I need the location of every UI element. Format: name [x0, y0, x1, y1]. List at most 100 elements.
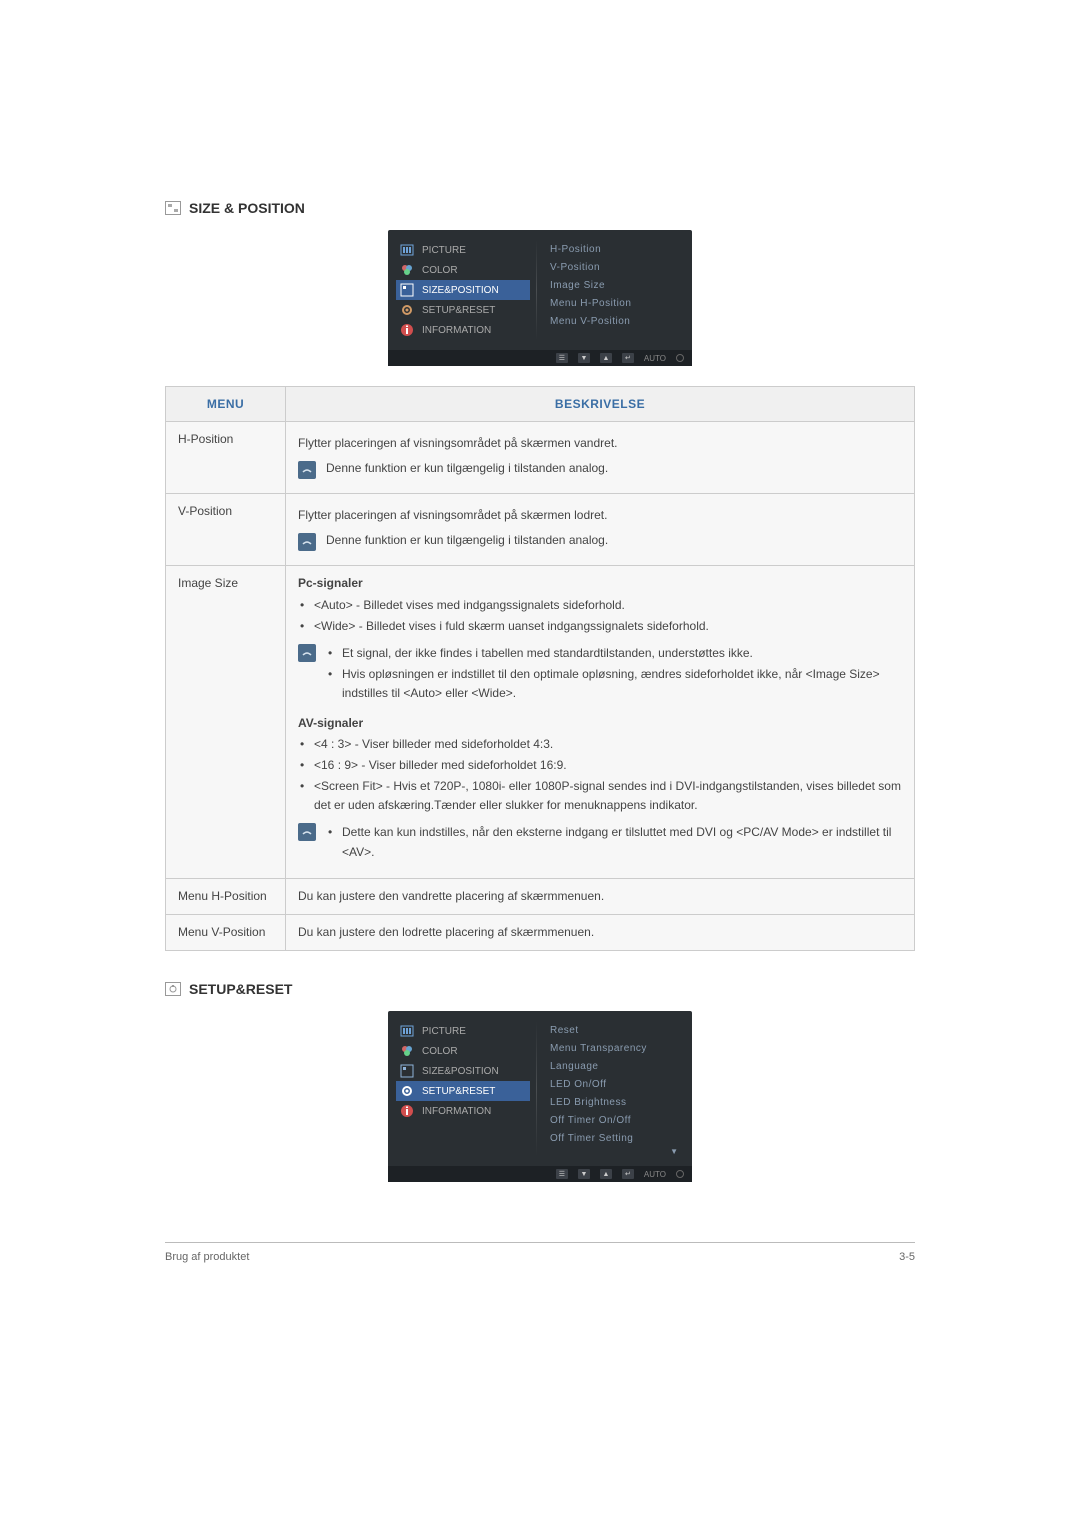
section-header-size-position: SIZE & POSITION — [165, 200, 915, 216]
section-title: SETUP&RESET — [189, 981, 292, 997]
info-icon — [400, 1104, 414, 1118]
osd-item-label: COLOR — [422, 1046, 458, 1057]
osd-item-label: PICTURE — [422, 245, 466, 256]
note-icon — [298, 644, 316, 662]
osd-item-information: INFORMATION — [396, 1101, 530, 1121]
osd-item-setup-reset: SETUP&RESET — [396, 300, 530, 320]
note-content: Dette kan kun indstilles, når den ekster… — [326, 821, 902, 863]
subheading: Pc-signaler — [298, 574, 902, 593]
row-desc: Du kan justere den vandrette placering a… — [286, 878, 915, 914]
row-label: Menu V-Position — [166, 915, 286, 951]
osd-item-picture: PICTURE — [396, 240, 530, 260]
table-header-desc: BESKRIVELSE — [286, 387, 915, 422]
table-row: H-Position Flytter placeringen af visnin… — [166, 422, 915, 494]
osd-right-submenu: H-Position V-Position Image Size Menu H-… — [538, 230, 692, 350]
note-block: Denne funktion er kun tilgængelig i tils… — [298, 531, 902, 551]
osd-sub-item: Menu H-Position — [546, 294, 684, 312]
picture-icon — [400, 1024, 414, 1038]
table-header-menu: MENU — [166, 387, 286, 422]
row-desc: Flytter placeringen af visningsområdet p… — [286, 494, 915, 566]
gear-icon — [400, 303, 414, 317]
note-content: Et signal, der ikke findes i tabellen me… — [326, 642, 902, 706]
power-icon — [676, 354, 684, 362]
gear-icon — [400, 1084, 414, 1098]
osd-sub-item: Menu V-Position — [546, 312, 684, 330]
footer-right: 3-5 — [899, 1251, 915, 1263]
osd-bottom-bar: ☰ ▼ ▲ ↵ AUTO — [388, 1166, 692, 1182]
osd-item-label: COLOR — [422, 265, 458, 276]
osd-nav-up-icon: ▲ — [600, 1169, 612, 1179]
osd-sub-item: Reset — [546, 1021, 684, 1039]
osd-item-size-position: SIZE&POSITION — [396, 280, 530, 300]
osd-nav-down-icon: ▼ — [578, 353, 590, 363]
color-icon — [400, 263, 414, 277]
osd-left-menu: PICTURE COLOR SIZE&POSITION SETUP&RESET … — [388, 1011, 538, 1166]
osd-item-label: SIZE&POSITION — [422, 1066, 499, 1077]
osd-item-label: INFORMATION — [422, 325, 491, 336]
power-icon — [676, 1170, 684, 1178]
osd-nav-down-icon: ▼ — [578, 1169, 590, 1179]
osd-item-picture: PICTURE — [396, 1021, 530, 1041]
osd-nav-up-icon: ▲ — [600, 353, 612, 363]
row-label: Image Size — [166, 566, 286, 878]
osd-auto-label: AUTO — [644, 1170, 666, 1179]
osd-item-setup-reset: SETUP&RESET — [396, 1081, 530, 1101]
desc-text: Flytter placeringen af visningsområdet p… — [298, 506, 902, 525]
osd-item-color: COLOR — [396, 260, 530, 280]
osd-sub-item: Language — [546, 1057, 684, 1075]
subheading: AV-signaler — [298, 714, 902, 733]
osd-sub-item: LED Brightness — [546, 1093, 684, 1111]
scroll-down-icon: ▼ — [546, 1147, 684, 1156]
table-row: Menu V-Position Du kan justere den lodre… — [166, 915, 915, 951]
picture-icon — [400, 243, 414, 257]
list-item: <Screen Fit> - Hvis et 720P-, 1080i- ell… — [298, 777, 902, 815]
desc-text: Flytter placeringen af visningsområdet p… — [298, 434, 902, 453]
table-row: V-Position Flytter placeringen af visnin… — [166, 494, 915, 566]
osd-item-label: INFORMATION — [422, 1106, 491, 1117]
list-item: <4 : 3> - Viser billeder med sideforhold… — [298, 735, 902, 754]
table-row: Image Size Pc-signaler <Auto> - Billedet… — [166, 566, 915, 878]
list-item: <Wide> - Billedet vises i fuld skærm uan… — [298, 617, 902, 636]
osd-item-label: SETUP&RESET — [422, 1086, 495, 1097]
row-label: V-Position — [166, 494, 286, 566]
osd-item-label: SIZE&POSITION — [422, 285, 499, 296]
osd-screenshot-size-position: PICTURE COLOR SIZE&POSITION SETUP&RESET … — [388, 230, 692, 366]
note-icon — [298, 823, 316, 841]
size-position-icon-small — [400, 283, 414, 297]
osd-sub-item: V-Position — [546, 258, 684, 276]
list-item: <Auto> - Billedet vises med indgangssign… — [298, 596, 902, 615]
bullet-list: <4 : 3> - Viser billeder med sideforhold… — [298, 735, 902, 816]
osd-sub-item: LED On/Off — [546, 1075, 684, 1093]
osd-nav-enter-icon: ↵ — [622, 353, 634, 363]
note-text: Denne funktion er kun tilgængelig i tils… — [326, 459, 902, 478]
osd-nav-enter-icon: ↵ — [622, 1169, 634, 1179]
osd-nav-icon: ☰ — [556, 1169, 568, 1179]
size-position-icon-small — [400, 1064, 414, 1078]
note-block: Denne funktion er kun tilgængelig i tils… — [298, 459, 902, 479]
list-item: Et signal, der ikke findes i tabellen me… — [326, 644, 902, 663]
page-footer: Brug af produktet 3-5 — [165, 1242, 915, 1263]
list-item: <16 : 9> - Viser billeder med sideforhol… — [298, 756, 902, 775]
note-text: Denne funktion er kun tilgængelig i tils… — [326, 531, 902, 550]
osd-nav-icon: ☰ — [556, 353, 568, 363]
size-position-icon — [165, 201, 181, 215]
osd-item-information: INFORMATION — [396, 320, 530, 340]
osd-left-menu: PICTURE COLOR SIZE&POSITION SETUP&RESET … — [388, 230, 538, 350]
osd-item-label: SETUP&RESET — [422, 305, 495, 316]
osd-item-label: PICTURE — [422, 1026, 466, 1037]
row-label: H-Position — [166, 422, 286, 494]
osd-item-color: COLOR — [396, 1041, 530, 1061]
footer-left: Brug af produktet — [165, 1251, 249, 1263]
section-header-setup-reset: SETUP&RESET — [165, 981, 915, 997]
list-item: Dette kan kun indstilles, når den ekster… — [326, 823, 902, 861]
note-block: Dette kan kun indstilles, når den ekster… — [298, 821, 902, 863]
row-desc: Flytter placeringen af visningsområdet p… — [286, 422, 915, 494]
info-icon — [400, 323, 414, 337]
osd-auto-label: AUTO — [644, 354, 666, 363]
osd-right-submenu: Reset Menu Transparency Language LED On/… — [538, 1011, 692, 1166]
note-icon — [298, 461, 316, 479]
row-label: Menu H-Position — [166, 878, 286, 914]
row-desc: Du kan justere den lodrette placering af… — [286, 915, 915, 951]
osd-sub-item: Off Timer Setting — [546, 1129, 684, 1147]
osd-sub-item: Menu Transparency — [546, 1039, 684, 1057]
